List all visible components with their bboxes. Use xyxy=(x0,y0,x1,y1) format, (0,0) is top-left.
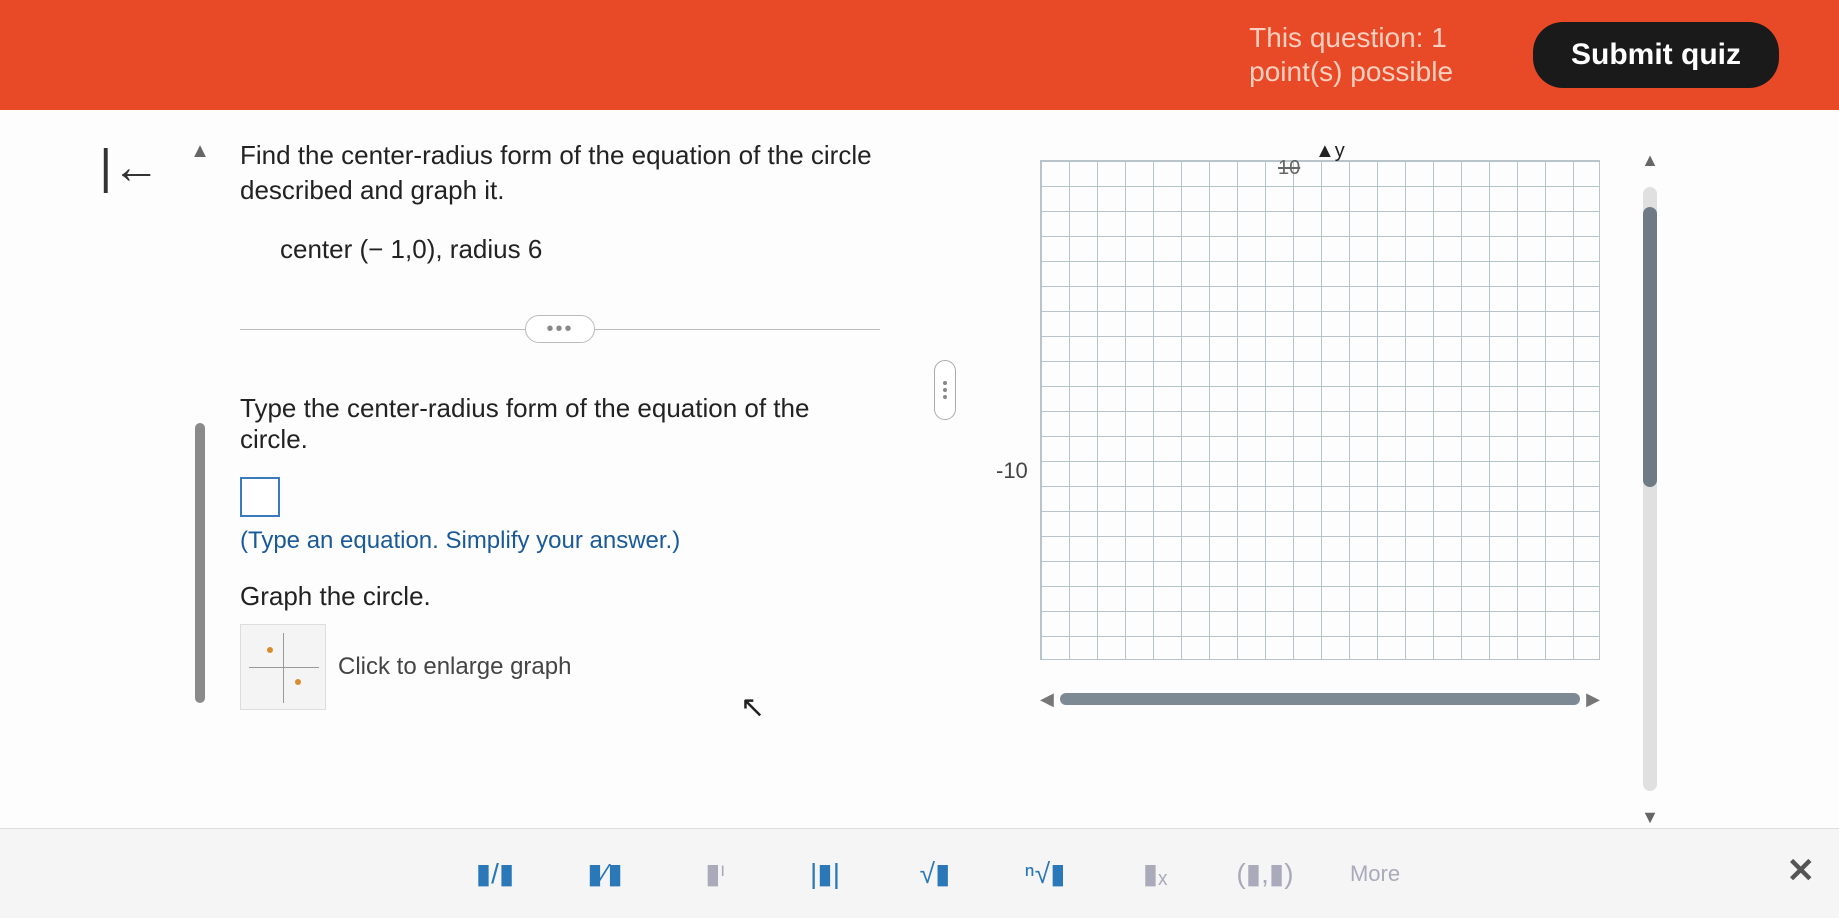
sqrt-button[interactable]: √▮ xyxy=(900,847,970,901)
fraction-button[interactable]: ▮/▮ xyxy=(460,847,530,901)
graph-horizontal-scrollbar[interactable]: ◀ ▶ xyxy=(1040,690,1600,708)
points-line2: point(s) possible xyxy=(1249,55,1453,89)
left-scrollbar[interactable]: ▲ xyxy=(180,110,220,828)
left-scroll-thumb[interactable] xyxy=(195,423,205,703)
expand-pill-icon[interactable]: ••• xyxy=(525,315,595,343)
v-scroll-thumb[interactable] xyxy=(1643,207,1657,487)
section-divider: ••• xyxy=(240,315,880,343)
enlarge-graph-button[interactable] xyxy=(240,624,326,710)
answer-hint: (Type an equation. Simplify your answer.… xyxy=(240,527,880,555)
x-tick-neg10: -10 xyxy=(996,458,1028,484)
equation-input[interactable] xyxy=(240,477,280,517)
thumb-dot-icon xyxy=(295,679,301,685)
question-given: center (− 1,0), radius 6 xyxy=(280,234,880,265)
drag-handle-icon[interactable] xyxy=(934,360,956,420)
question-prompt: Find the center-radius form of the equat… xyxy=(240,138,880,208)
enlarge-graph-label: Click to enlarge graph xyxy=(338,653,571,681)
graph-panel: ▲y 10 -10 ◀ ▶ ▲ ▼ xyxy=(970,110,1839,828)
panel-resize-handle[interactable] xyxy=(920,110,970,828)
close-icon[interactable]: ✕ xyxy=(1787,851,1816,891)
scroll-up-icon[interactable]: ▲ xyxy=(1641,150,1659,171)
y-tick-10: 10 xyxy=(1278,157,1300,180)
points-line1: This question: 1 xyxy=(1249,21,1453,55)
mixed-fraction-button[interactable]: ▮⁄▮ xyxy=(570,847,640,901)
more-button[interactable]: More xyxy=(1340,847,1410,901)
h-scroll-track[interactable] xyxy=(1060,693,1580,705)
content-area: |← ▲ Find the center-radius form of the … xyxy=(0,110,1839,828)
coordinate-graph[interactable]: ▲y 10 -10 ◀ ▶ xyxy=(980,140,1620,680)
nth-root-button[interactable]: ⁿ√▮ xyxy=(1010,847,1080,901)
ordered-pair-button[interactable]: (▮,▮) xyxy=(1230,847,1300,901)
enlarge-graph-row: Click to enlarge graph xyxy=(240,624,880,710)
graph-grid[interactable] xyxy=(1040,160,1600,660)
scroll-down-icon[interactable]: ▼ xyxy=(1641,807,1659,828)
v-scroll-track[interactable] xyxy=(1643,187,1657,791)
scroll-left-icon[interactable]: ◀ xyxy=(1040,689,1054,710)
left-gutter: |← xyxy=(0,110,180,828)
points-possible: This question: 1 point(s) possible xyxy=(1249,21,1453,88)
back-arrow-icon[interactable]: |← xyxy=(100,140,160,828)
y-axis-label: ▲y xyxy=(1315,140,1345,163)
absolute-value-button[interactable]: |▮| xyxy=(790,847,860,901)
thumb-dot-icon xyxy=(267,647,273,653)
scroll-right-icon[interactable]: ▶ xyxy=(1586,689,1600,710)
graph-vertical-scrollbar[interactable]: ▲ ▼ xyxy=(1630,140,1670,828)
submit-quiz-button[interactable]: Submit quiz xyxy=(1533,22,1779,88)
exponent-button[interactable]: ▮ᶦ xyxy=(680,847,750,901)
graph-instruction: Graph the circle. xyxy=(240,581,880,612)
answer-instruction: Type the center-radius form of the equat… xyxy=(240,393,880,455)
math-toolbar: ▮/▮ ▮⁄▮ ▮ᶦ |▮| √▮ ⁿ√▮ ▮ₓ (▮,▮) More ✕ xyxy=(0,828,1839,918)
quiz-header: This question: 1 point(s) possible Submi… xyxy=(0,0,1839,110)
question-panel: Find the center-radius form of the equat… xyxy=(220,110,920,828)
scroll-up-icon[interactable]: ▲ xyxy=(190,140,210,163)
subscript-button[interactable]: ▮ₓ xyxy=(1120,847,1190,901)
